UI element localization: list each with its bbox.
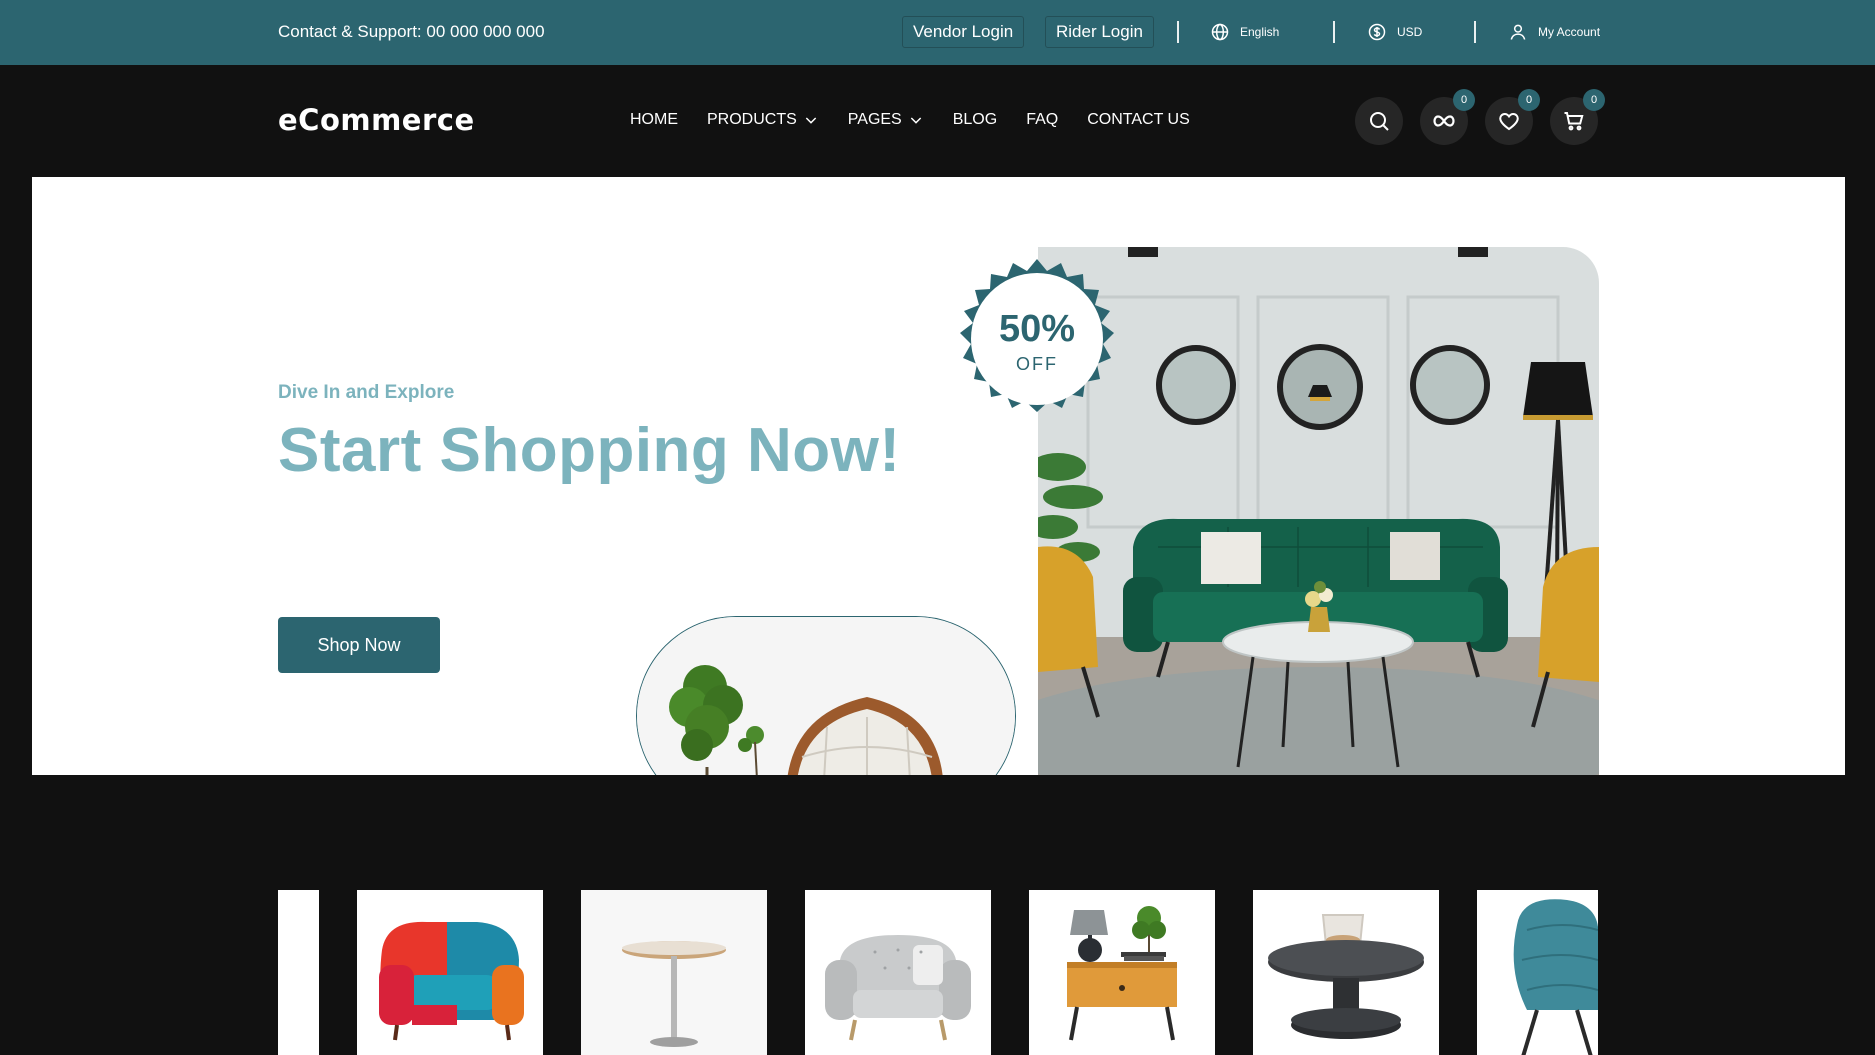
- side-table-product-image: [581, 890, 767, 1055]
- vendor-login-button[interactable]: Vendor Login: [902, 16, 1025, 48]
- nav-item-products[interactable]: PRODUCTS: [707, 111, 819, 129]
- hero-banner: Dive In and Explore Start Shopping Now! …: [32, 177, 1845, 775]
- divider: [1333, 21, 1335, 43]
- discount-label: OFF: [1016, 354, 1058, 374]
- wishlist-button[interactable]: 0: [1485, 89, 1540, 145]
- product-card[interactable]: [1477, 890, 1598, 1055]
- product-card[interactable]: [581, 890, 767, 1055]
- nav-item-faq[interactable]: FAQ: [1026, 111, 1058, 129]
- my-account-link[interactable]: My Account: [1508, 22, 1600, 42]
- nav-item-label: BLOG: [952, 111, 998, 128]
- nav-item-pages[interactable]: PAGES: [848, 111, 924, 129]
- discount-value: 50%: [999, 308, 1075, 350]
- nav-item-blog[interactable]: BLOG: [953, 111, 997, 129]
- nav-item-label: PAGES: [847, 111, 902, 128]
- heart-icon: [1499, 112, 1519, 131]
- product-card[interactable]: [805, 890, 991, 1055]
- nav-item-home[interactable]: HOME: [630, 111, 678, 129]
- currency-selector[interactable]: USD: [1367, 22, 1422, 42]
- wishlist-count-badge: 0: [1518, 89, 1540, 111]
- discount-badge: 50% OFF: [960, 259, 1114, 412]
- hero-title: Start Shopping Now!: [278, 416, 901, 485]
- top-bar: Contact & Support: 00 000 000 000 Vendor…: [0, 0, 1875, 65]
- nightstand-product-image: [1067, 906, 1177, 1041]
- hero-subtitle: Dive In and Explore: [278, 382, 455, 403]
- my-account-label: My Account: [1538, 25, 1601, 39]
- chevron-down-icon: [910, 117, 921, 124]
- compare-count-badge: 0: [1453, 89, 1475, 111]
- search-icon: [1370, 112, 1389, 131]
- divider: [1177, 21, 1179, 43]
- teal-chair-product-image: [1513, 899, 1598, 1055]
- nav-item-label: CONTACT US: [1087, 111, 1190, 128]
- currency-label: USD: [1397, 25, 1423, 39]
- compare-button[interactable]: 0: [1420, 89, 1475, 145]
- grey-armchair-product-image: [825, 935, 971, 1041]
- product-carousel: [0, 890, 1875, 1055]
- cart-button[interactable]: 0: [1550, 89, 1605, 145]
- user-icon: [1510, 24, 1526, 40]
- divider: [1474, 21, 1476, 43]
- site-logo[interactable]: eCommerce: [278, 103, 475, 137]
- language-selector[interactable]: English: [1210, 22, 1279, 42]
- chevron-down-icon: [805, 117, 816, 124]
- language-label: English: [1240, 25, 1280, 39]
- nav-item-label: FAQ: [1026, 111, 1059, 128]
- coffee-table-product-image: [1268, 914, 1424, 1039]
- search-button[interactable]: [1355, 97, 1403, 145]
- product-card[interactable]: [1253, 890, 1439, 1055]
- living-room-image: [1038, 247, 1599, 775]
- contact-support-text: Contact & Support: 00 000 000 000: [278, 22, 545, 41]
- chair-showcase-image: [636, 616, 1016, 775]
- nav-item-contact-us[interactable]: CONTACT US: [1087, 111, 1190, 129]
- globe-icon: [1211, 23, 1229, 41]
- shop-now-button[interactable]: Shop Now: [278, 617, 440, 673]
- nav-item-label: HOME: [630, 111, 678, 128]
- cart-icon: [1564, 112, 1584, 131]
- cart-count-badge: 0: [1583, 89, 1605, 111]
- rider-login-button[interactable]: Rider Login: [1045, 16, 1154, 48]
- dollar-circle-icon: [1368, 23, 1386, 41]
- product-card[interactable]: [1029, 890, 1215, 1055]
- product-card[interactable]: [278, 890, 319, 1055]
- main-nav: eCommerce HOME PRODUCTS PAGES BLOG FAQ C…: [0, 65, 1875, 177]
- nav-menu: HOME PRODUCTS PAGES BLOG FAQ CONTACT US: [630, 111, 1219, 129]
- armchair-product-image: [379, 921, 524, 1041]
- compare-icon: [1433, 115, 1455, 127]
- product-card[interactable]: [357, 890, 543, 1055]
- nav-item-label: PRODUCTS: [707, 111, 797, 128]
